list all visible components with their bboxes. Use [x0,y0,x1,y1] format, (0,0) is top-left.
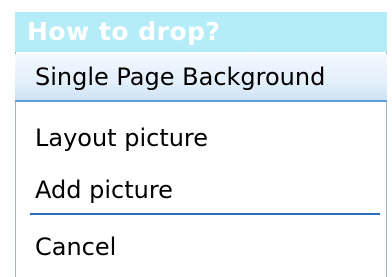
menu-item-label: Single Page Background [35,63,326,91]
menu-item-label: Add picture [35,176,173,204]
menu-separator [30,213,380,215]
drop-context-menu: How to drop? Single Page Background Layo… [0,0,392,277]
menu-header: How to drop? [15,12,387,52]
menu-title: How to drop? [27,17,221,46]
menu-item-label: Cancel [35,233,117,261]
menu-item-label: Layout picture [35,124,209,152]
menu-item-single-page-background[interactable]: Single Page Background [15,54,387,102]
menu-item-layout-picture[interactable]: Layout picture [15,115,387,161]
menu-item-add-picture[interactable]: Add picture [15,167,387,213]
menu-item-cancel[interactable]: Cancel [15,224,387,270]
